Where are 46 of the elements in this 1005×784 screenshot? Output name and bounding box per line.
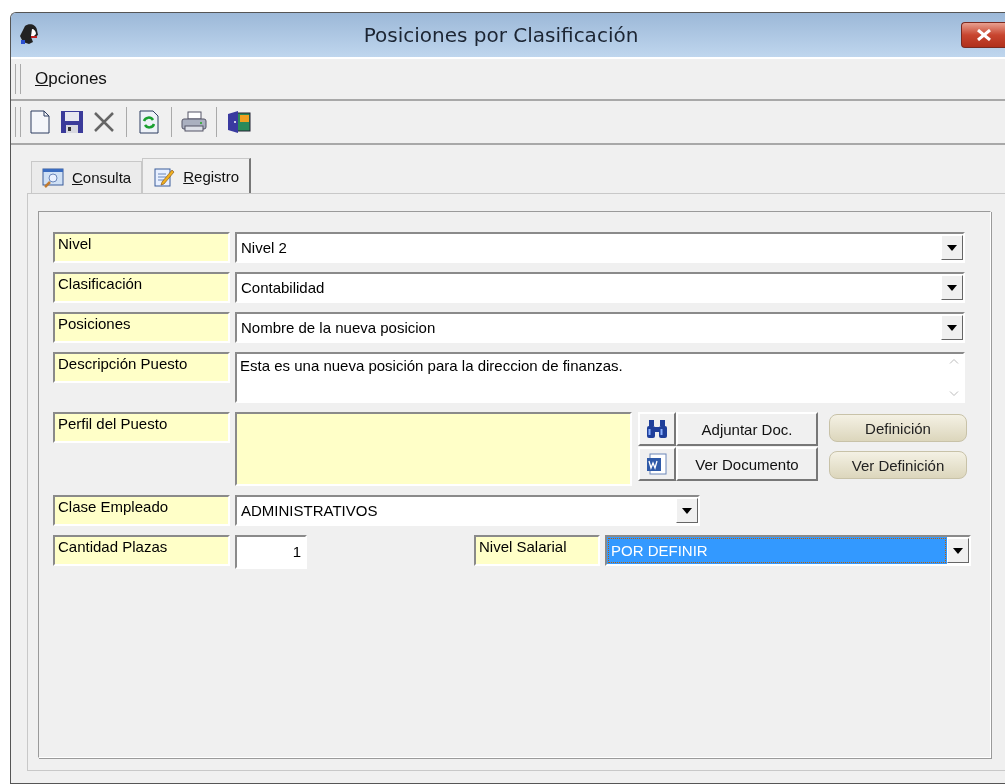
dropdown-arrow-icon <box>947 244 957 251</box>
quantity-field[interactable]: 1 <box>235 535 307 569</box>
document-pencil-icon <box>153 166 176 187</box>
menu-item[interactable]: Opciones <box>35 69 107 89</box>
word-document-icon <box>646 453 668 475</box>
dropdown-button[interactable] <box>941 235 963 260</box>
field-label: Nivel <box>53 232 230 263</box>
tab[interactable]: Registro <box>142 158 252 194</box>
new-document-icon[interactable] <box>27 109 53 135</box>
field-label: Descripción Puesto <box>53 352 230 383</box>
dropdown-button[interactable] <box>676 498 698 523</box>
refresh-document-icon[interactable] <box>136 109 162 135</box>
tab[interactable]: Consulta <box>31 161 143 193</box>
binoculars-icon <box>646 419 668 439</box>
field-label: Clase Empleado <box>53 495 230 526</box>
binoculars-button[interactable] <box>638 412 676 446</box>
document-button[interactable] <box>638 447 676 481</box>
field-label: Nivel Salarial <box>474 535 600 566</box>
close-button[interactable] <box>961 22 1005 48</box>
definition-button[interactable]: Definición <box>829 414 967 442</box>
dropdown-field[interactable]: Nombre de la nueva posicion <box>235 312 965 343</box>
dropdown-field[interactable]: Nivel 2 <box>235 232 965 263</box>
text-area[interactable] <box>235 412 632 486</box>
exit-door-icon[interactable] <box>226 109 252 135</box>
document-button[interactable]: Ver Documento <box>676 447 818 481</box>
field-label: Clasificación <box>53 272 230 303</box>
dropdown-field[interactable]: Contabilidad <box>235 272 965 303</box>
dropdown-arrow-icon <box>947 284 957 291</box>
save-icon[interactable] <box>59 109 85 135</box>
field-label: Perfil del Puesto <box>53 412 230 443</box>
definition-button[interactable]: Ver Definición <box>829 451 967 479</box>
dropdown-field[interactable]: ADMINISTRATIVOS <box>235 495 700 526</box>
dropdown-arrow-icon <box>682 507 692 514</box>
dropdown-arrow-icon <box>953 547 963 554</box>
dropdown-arrow-icon <box>947 324 957 331</box>
window-title: Posiciones por Clasificación <box>362 23 640 47</box>
field-label: Cantidad Plazas <box>53 535 230 566</box>
printer-icon[interactable] <box>181 109 207 135</box>
dropdown-button[interactable] <box>941 275 963 300</box>
dropdown-button[interactable] <box>947 538 969 563</box>
dropdown-button[interactable] <box>941 315 963 340</box>
window-magnifier-icon <box>42 167 64 188</box>
document-button[interactable]: Adjuntar Doc. <box>676 412 818 446</box>
app-logo-icon <box>19 23 41 47</box>
field-label: Posiciones <box>53 312 230 343</box>
close-icon <box>975 29 992 41</box>
